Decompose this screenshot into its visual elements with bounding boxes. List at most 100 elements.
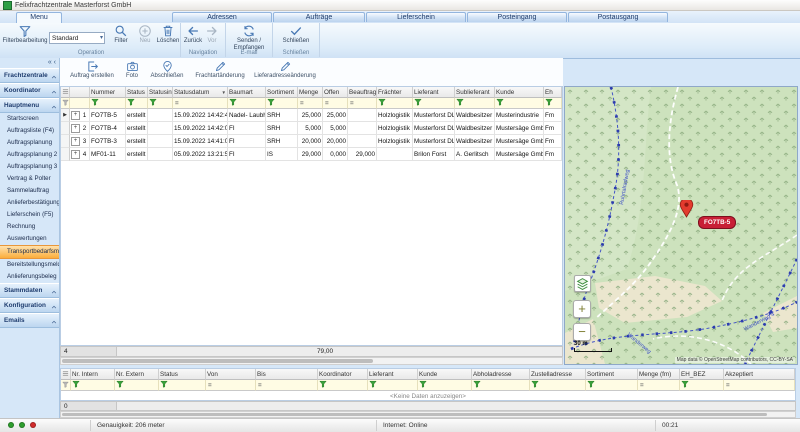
sidebar-collapse-button[interactable]: « ‹ [0, 58, 59, 68]
filter-cell-sortiment[interactable] [586, 380, 638, 391]
column-header-sortiment[interactable]: Sortiment [266, 87, 298, 98]
cell[interactable]: 25,000 [323, 109, 348, 122]
sidebar-group-hauptmenu[interactable]: Hauptmenu [0, 98, 59, 113]
filter-preset-select[interactable]: Standard ▾ [49, 32, 105, 44]
filter-cell-offen[interactable]: = [323, 98, 348, 109]
table-row[interactable]: + 4MF01-11erstellt05.09.2022 13:21:52FII… [61, 148, 562, 161]
filter-cell-abholadresse[interactable] [472, 380, 530, 391]
cell[interactable]: 29,000 [348, 148, 377, 161]
filter-cell-kunde[interactable] [418, 380, 472, 391]
cell[interactable]: 25,000 [298, 109, 323, 122]
cell[interactable]: FI [228, 122, 266, 135]
filter-cell-fr-chter[interactable] [377, 98, 413, 109]
filter-cell-statusdatum[interactable]: = [173, 98, 228, 109]
schliessen-button[interactable]: Schließen [274, 24, 318, 45]
filter-cell-eh-bez[interactable] [680, 380, 724, 391]
cell[interactable]: Musterindustrie [495, 109, 544, 122]
cell[interactable] [348, 109, 377, 122]
filter-cell-indicator[interactable] [61, 380, 71, 391]
filter-cell-nr-intern[interactable] [71, 380, 115, 391]
column-header-offen[interactable]: Offen [323, 87, 348, 98]
cell[interactable]: 29,000 [298, 148, 323, 161]
column-header-status[interactable]: Status [159, 369, 206, 380]
zoom-in-button[interactable]: + [573, 300, 591, 318]
scrollbar-thumb[interactable] [62, 413, 767, 416]
cell[interactable]: erstellt [126, 148, 148, 161]
tab-auftr-ge[interactable]: Aufträge [273, 12, 365, 22]
cell[interactable]: 15.09.2022 14:41:06 [173, 135, 228, 148]
cell[interactable]: IS [266, 148, 298, 161]
cell[interactable]: Holzlogistik GmbH [377, 122, 413, 135]
cell[interactable] [348, 122, 377, 135]
expand-icon[interactable]: + [71, 111, 80, 120]
column-header-abholadresse[interactable]: Abholadresse [472, 369, 530, 380]
expand-icon[interactable]: + [71, 137, 80, 146]
column-header-statusinfo[interactable]: Statusinfo [148, 87, 173, 98]
cell[interactable]: MF01-11 [90, 148, 126, 161]
layers-button[interactable] [574, 275, 591, 292]
zurueck-button[interactable]: Zurück [183, 24, 203, 45]
filter-cell-status[interactable] [159, 380, 206, 391]
filter-cell-zustelladresse[interactable] [530, 380, 586, 391]
cell[interactable]: Brilon Forst [413, 148, 455, 161]
cell[interactable]: 15.09.2022 14:42:40 [173, 109, 228, 122]
cell[interactable]: FO7TB-4 [90, 122, 126, 135]
cell[interactable]: 20,000 [323, 135, 348, 148]
column-header-eh-bez[interactable]: EH_BEZ [680, 369, 724, 380]
zoom-out-button[interactable]: − [573, 323, 591, 341]
cell[interactable]: 05.09.2022 13:21:52 [173, 148, 228, 161]
column-header-nr-extern[interactable]: Nr. Extern [115, 369, 159, 380]
sidebar-item-auftragsplanung-3[interactable]: Auftragsplanung 3 [0, 161, 59, 173]
cell[interactable] [148, 148, 173, 161]
expand-icon[interactable]: + [71, 150, 80, 159]
filterbearbeitung-button[interactable]: Filterbearbeitung [2, 24, 48, 45]
cell[interactable]: Fm [544, 109, 562, 122]
sidebar-group-koordinator[interactable]: Koordinator [0, 83, 59, 98]
filter-cell-statusinfo[interactable] [148, 98, 173, 109]
cell[interactable]: Waldbesitzer 2 [455, 122, 495, 135]
sidebar-item-auftragsliste-f4[interactable]: Auftragsliste (F4) [0, 125, 59, 137]
cell[interactable]: 5,000 [323, 122, 348, 135]
sidebar-group-konfiguration[interactable]: Konfiguration [0, 298, 59, 313]
column-header-koordinator[interactable]: Koordinator [318, 369, 368, 380]
cell[interactable]: Musterforst DL [413, 135, 455, 148]
filter-cell-menge[interactable]: = [298, 98, 323, 109]
abschliessen-button[interactable]: Abschließen [148, 60, 186, 79]
auftrag-erstellen-button[interactable]: Auftrag erstellen [68, 60, 116, 79]
cell[interactable]: FI [228, 135, 266, 148]
filter-cell-von[interactable]: = [206, 380, 256, 391]
orders-grid-hscrollbar[interactable] [60, 357, 563, 365]
column-header-von[interactable]: Von [206, 369, 256, 380]
column-header-eh[interactable]: Eh [544, 87, 562, 98]
sidebar-item-sammelauftrag[interactable]: Sammelauftrag [0, 185, 59, 197]
cell[interactable]: FO7TB-5 [90, 109, 126, 122]
cell[interactable]: Fm [544, 135, 562, 148]
filter-cell-status[interactable] [126, 98, 148, 109]
cell[interactable]: erstellt [126, 135, 148, 148]
loeschen-button[interactable]: Löschen [156, 24, 180, 45]
lieferadresseaenderung-button[interactable]: Lieferadresseänderung [252, 60, 318, 79]
frachtartaenderung-button[interactable]: Frachtartänderung [192, 60, 248, 79]
column-header-statusdatum[interactable]: Statusdatum▼ [173, 87, 228, 98]
sidebar-item-auftragsplanung-2[interactable]: Auftragsplanung 2 [0, 149, 59, 161]
filter-button[interactable]: Filter [108, 24, 134, 45]
scrollbar-thumb[interactable] [62, 359, 373, 363]
cell[interactable]: Waldbesitzer 1 [455, 109, 495, 122]
cell[interactable]: Musterforst DL [413, 109, 455, 122]
column-header-beauftragt[interactable]: Beauftragt [348, 87, 377, 98]
deliveries-grid-hscrollbar[interactable] [60, 411, 796, 418]
column-header-nummer[interactable]: Nummer [90, 87, 126, 98]
sidebar-item-startscreen[interactable]: Startscreen [0, 113, 59, 125]
filter-cell-beauftragt[interactable]: = [348, 98, 377, 109]
table-row[interactable]: + 2FO7TB-4erstellt15.09.2022 14:42:06FIS… [61, 122, 562, 135]
cell[interactable] [148, 122, 173, 135]
map-pin-icon[interactable] [679, 200, 694, 218]
tab-postausgang[interactable]: Postausgang [568, 12, 668, 22]
map[interactable]: Ruhrtalradweg Wanderweg Wanderweg 4 FO7T… [564, 86, 798, 365]
cell[interactable] [148, 109, 173, 122]
column-header-zustelladresse[interactable]: Zustelladresse [530, 369, 586, 380]
sidebar-item-lieferschein-f5[interactable]: Lieferschein (F5) [0, 209, 59, 221]
filter-cell-eh[interactable] [544, 98, 562, 109]
filter-cell-sortiment[interactable] [266, 98, 298, 109]
column-header-fr-chter[interactable]: Frächter [377, 87, 413, 98]
